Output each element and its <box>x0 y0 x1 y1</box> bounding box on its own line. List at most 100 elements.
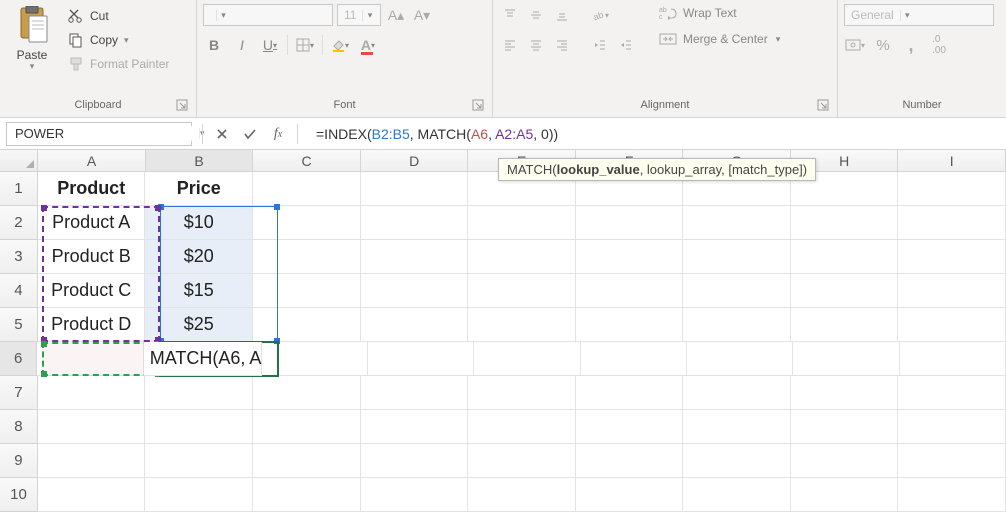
cell[interactable] <box>361 444 469 478</box>
increase-indent-button[interactable] <box>615 34 637 56</box>
cell[interactable] <box>791 206 899 240</box>
cell[interactable] <box>368 342 474 376</box>
cell[interactable] <box>468 240 576 274</box>
align-center-button[interactable] <box>525 34 547 56</box>
row-header[interactable]: 9 <box>0 444 38 478</box>
cell[interactable] <box>791 410 899 444</box>
cell[interactable] <box>683 376 791 410</box>
select-all-corner[interactable] <box>0 150 38 171</box>
cell[interactable]: Product D <box>38 308 146 342</box>
col-header[interactable]: D <box>361 150 469 171</box>
cell[interactable] <box>683 444 791 478</box>
align-bottom-button[interactable] <box>551 4 573 26</box>
dialog-launcher-icon[interactable] <box>817 99 831 113</box>
cell[interactable] <box>683 410 791 444</box>
font-color-button[interactable]: A▾ <box>357 34 379 56</box>
row-header[interactable]: 4 <box>0 274 38 308</box>
cell[interactable] <box>576 274 684 308</box>
cell[interactable] <box>898 308 1006 342</box>
cell[interactable] <box>38 376 146 410</box>
row-header[interactable]: 1 <box>0 172 38 206</box>
cell[interactable]: $15 <box>145 274 253 308</box>
cell[interactable] <box>361 206 469 240</box>
cell[interactable]: Price <box>145 172 253 206</box>
cell[interactable] <box>791 444 899 478</box>
dialog-launcher-icon[interactable] <box>176 99 190 113</box>
cell[interactable] <box>791 308 899 342</box>
fill-color-button[interactable]: ▾ <box>329 34 351 56</box>
underline-button[interactable]: U▾ <box>259 34 281 56</box>
cell[interactable] <box>145 376 253 410</box>
cancel-formula-button[interactable] <box>213 125 231 143</box>
cell[interactable] <box>253 376 361 410</box>
number-format-combo[interactable]: General ▾ <box>844 4 994 26</box>
font-name-combo[interactable]: ▾ <box>203 4 333 26</box>
cell[interactable] <box>253 444 361 478</box>
chevron-down-icon[interactable]: ▾ <box>30 61 35 72</box>
cell[interactable] <box>898 444 1006 478</box>
merge-center-button[interactable]: Merge & Center ▾ <box>657 30 782 48</box>
cell[interactable] <box>468 478 576 512</box>
spreadsheet-grid[interactable]: A B C D E F G H I 1 Product Price 2 Prod… <box>0 150 1006 512</box>
bold-button[interactable]: B <box>203 34 225 56</box>
cell[interactable] <box>683 206 791 240</box>
row-header[interactable]: 3 <box>0 240 38 274</box>
copy-button[interactable]: Copy ▾ <box>64 30 173 50</box>
cell[interactable]: $20 <box>145 240 253 274</box>
col-header[interactable]: C <box>253 150 361 171</box>
increase-font-button[interactable]: A▴ <box>385 4 407 26</box>
cell[interactable] <box>361 478 469 512</box>
cell[interactable]: Product C <box>38 274 146 308</box>
cell[interactable] <box>898 172 1006 206</box>
cell[interactable] <box>361 172 469 206</box>
cell[interactable] <box>468 274 576 308</box>
cell[interactable]: Product A <box>38 206 146 240</box>
row-header[interactable]: 5 <box>0 308 38 342</box>
cell[interactable]: $25 <box>145 308 253 342</box>
row-header[interactable]: 7 <box>0 376 38 410</box>
cell[interactable] <box>900 342 1006 376</box>
cell[interactable]: Product B <box>38 240 146 274</box>
cell[interactable] <box>468 444 576 478</box>
insert-function-button[interactable]: fx <box>269 125 287 143</box>
cell[interactable] <box>683 240 791 274</box>
cell[interactable] <box>791 240 899 274</box>
increase-decimal-button[interactable]: .0.00 <box>928 34 950 56</box>
chevron-down-icon[interactable]: ▾ <box>124 35 129 46</box>
cell-active-edit[interactable]: MATCH(A6, A <box>144 342 262 376</box>
cell[interactable] <box>898 376 1006 410</box>
cell[interactable] <box>361 308 469 342</box>
decrease-indent-button[interactable] <box>589 34 611 56</box>
cut-button[interactable]: Cut <box>64 6 173 26</box>
paste-button[interactable]: Paste ▾ <box>6 4 58 95</box>
cell[interactable] <box>898 206 1006 240</box>
cell[interactable] <box>791 478 899 512</box>
cell[interactable] <box>145 410 253 444</box>
cell[interactable]: $10 <box>145 206 253 240</box>
cell[interactable] <box>468 308 576 342</box>
cell[interactable]: Product <box>38 172 146 206</box>
align-right-button[interactable] <box>551 34 573 56</box>
cell[interactable] <box>683 478 791 512</box>
col-header[interactable]: A <box>38 150 146 171</box>
borders-button[interactable]: ▾ <box>294 34 316 56</box>
cell[interactable] <box>687 342 793 376</box>
accounting-format-button[interactable]: ▾ <box>844 34 866 56</box>
cell[interactable] <box>576 410 684 444</box>
cell[interactable] <box>361 274 469 308</box>
cell[interactable] <box>253 240 361 274</box>
cell[interactable] <box>361 410 469 444</box>
cell[interactable] <box>38 410 146 444</box>
cell[interactable] <box>576 206 684 240</box>
cell[interactable] <box>253 410 361 444</box>
row-header[interactable]: 8 <box>0 410 38 444</box>
formula-input[interactable]: =INDEX(B2:B5, MATCH(A6, A2:A5, 0)) <box>308 126 1000 142</box>
cell[interactable] <box>898 478 1006 512</box>
align-top-button[interactable] <box>499 4 521 26</box>
format-painter-button[interactable]: Format Painter <box>64 54 173 74</box>
percent-button[interactable]: % <box>872 34 894 56</box>
cell[interactable] <box>791 376 899 410</box>
cell[interactable] <box>468 410 576 444</box>
cell[interactable] <box>581 342 687 376</box>
cell[interactable] <box>38 478 146 512</box>
